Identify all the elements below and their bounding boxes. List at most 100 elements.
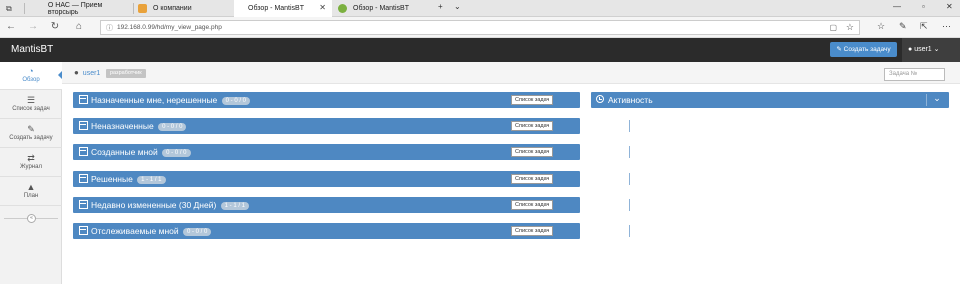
issue-id-search-input[interactable]: Задача №	[884, 68, 945, 81]
divider	[629, 225, 630, 237]
chevron-down-icon[interactable]: ⌄	[634, 172, 646, 183]
chevron-down-icon[interactable]: ⌄	[454, 2, 461, 11]
brand-logo[interactable]: MantisBT	[11, 44, 53, 55]
view-issues-button[interactable]: Список задач	[511, 200, 554, 210]
view-issues-button[interactable]: Список задач	[511, 121, 554, 131]
tab-label: Обзор - MantisBT	[248, 5, 304, 12]
url-field[interactable]: ⓘ 192.168.0.99/hd/my_view_page.php ▢ ☆	[100, 20, 860, 35]
box-title[interactable]: Отслеживаемые мной 0 - 0 / 0	[91, 226, 212, 236]
edit-icon: ✎	[836, 46, 842, 53]
chevron-down-icon[interactable]: ⌄	[634, 198, 646, 209]
minimize-icon[interactable]: —	[893, 2, 901, 11]
box-resolved: Решенные 1 - 1 / 1 Список задач ⌄	[73, 171, 644, 187]
browser-tab-bar: ⧉ О НАС — Прием вторсырь О компании Обзо…	[0, 0, 960, 17]
box-title-text: Созданные мной	[91, 147, 158, 157]
list-alt-icon	[79, 147, 88, 156]
count-badge: 1 - 1 / 1	[137, 176, 166, 184]
road-icon: ▲	[26, 182, 36, 192]
chevron-down-icon[interactable]: ⌄	[931, 93, 943, 104]
box-title[interactable]: Недавно измененные (30 Дней) 1 - 1 / 1	[91, 200, 250, 210]
back-icon[interactable]: ←	[4, 21, 18, 32]
box-monitored-by-me: Отслеживаемые мной 0 - 0 / 0 Список зада…	[73, 223, 644, 239]
notes-icon[interactable]: ✎	[899, 21, 907, 32]
box-unassigned: Неназначенные 0 - 0 / 0 Список задач ⌄	[73, 118, 644, 134]
forward-icon[interactable]: →	[26, 21, 40, 32]
count-badge: 0 - 0 / 0	[158, 123, 187, 131]
close-window-icon[interactable]: ✕	[946, 2, 953, 11]
divider	[629, 173, 630, 185]
more-icon[interactable]: ⋯	[942, 21, 951, 32]
retweet-icon: ⇄	[27, 153, 35, 163]
sidebar-item-overview[interactable]: ◔ Обзор	[0, 62, 63, 90]
new-tab-icon[interactable]: +	[438, 2, 443, 11]
maximize-icon[interactable]: ▫	[922, 2, 925, 11]
chevron-down-icon[interactable]: ⌄	[634, 119, 646, 130]
view-issues-button[interactable]: Список задач	[511, 174, 554, 184]
refresh-icon[interactable]: ↻	[48, 21, 62, 32]
tab-1[interactable]: О НАС — Прием вторсырь	[26, 0, 134, 17]
sidebar-item-label: Обзор	[22, 77, 40, 83]
sidebar-item-label: Журнал	[20, 164, 42, 170]
page-favicon-icon	[30, 4, 42, 13]
list-alt-icon	[79, 226, 88, 235]
user-icon: ●	[74, 68, 79, 77]
box-reported-by-me: Созданные мной 0 - 0 / 0 Список задач ⌄	[73, 144, 644, 160]
create-issue-button[interactable]: ✎ Создать задачу	[830, 42, 897, 57]
sidebar-collapse-toggle[interactable]: «	[4, 214, 58, 223]
home-icon[interactable]: ⌂	[72, 21, 86, 32]
box-assigned-to-me: Назначенные мне, нерешенные 0 - 0 / 0 Сп…	[73, 92, 644, 108]
breadcrumb-user[interactable]: ● user1	[74, 68, 100, 77]
box-activity: Активность ⌄	[591, 92, 949, 108]
chevron-down-icon[interactable]: ⌄	[634, 145, 646, 156]
box-title-text: Назначенные мне, нерешенные	[91, 95, 218, 105]
favorites-hub-icon[interactable]: ☆	[877, 21, 885, 32]
clock-icon	[596, 95, 604, 103]
box-title[interactable]: Созданные мной 0 - 0 / 0	[91, 147, 191, 157]
count-badge: 1 - 1 / 1	[220, 202, 250, 210]
double-chevron-left-icon: «	[27, 214, 36, 223]
sidebar-item-changelog[interactable]: ⇄ Журнал	[0, 149, 62, 177]
tab-list-icon: ⧉	[6, 3, 12, 13]
divider	[629, 120, 630, 132]
box-title[interactable]: Назначенные мне, нерешенные 0 - 0 / 0	[91, 95, 250, 105]
box-recently-modified: Недавно измененные (30 Дней) 1 - 1 / 1 С…	[73, 197, 644, 213]
count-badge: 0 - 0 / 0	[221, 97, 250, 105]
view-issues-button[interactable]: Список задач	[511, 147, 554, 157]
box-title[interactable]: Решенные 1 - 1 / 1	[91, 174, 166, 184]
box-title[interactable]: Активность	[608, 95, 653, 105]
user-menu[interactable]: ● user1 ⌄	[902, 38, 960, 62]
favorite-star-icon[interactable]: ☆	[846, 21, 854, 34]
view-issues-button[interactable]: Список задач	[511, 226, 554, 236]
box-title-text: Недавно измененные (30 Дней)	[91, 200, 217, 210]
box-title-text: Решенные	[91, 174, 133, 184]
close-tab-icon[interactable]: ✕	[319, 3, 326, 12]
caret-down-icon: ⌄	[933, 46, 940, 53]
view-issues-button[interactable]: Список задач	[511, 95, 554, 105]
tab-list-button[interactable]: ⧉	[2, 0, 20, 17]
tab-4[interactable]: Обзор - MantisBT	[334, 0, 430, 17]
share-icon[interactable]: ⇱	[920, 21, 928, 32]
list-alt-icon	[79, 174, 88, 183]
company-favicon-icon	[138, 4, 147, 13]
sidebar-item-roadmap[interactable]: ▲ План	[0, 178, 62, 206]
tab-active[interactable]: Обзор - MantisBT ✕	[234, 0, 332, 17]
tab-label: О НАС — Прием вторсырь	[47, 1, 103, 16]
chevron-down-icon[interactable]: ⌄	[634, 224, 646, 235]
tab-2[interactable]: О компании	[134, 0, 234, 17]
sidebar-item-report-issue[interactable]: ✎ Создать задачу	[0, 120, 62, 148]
reading-view-icon[interactable]: ▢	[829, 21, 837, 34]
create-issue-label: Создать задачу	[843, 46, 891, 53]
edit-icon: ✎	[27, 124, 35, 134]
list-alt-icon	[79, 95, 88, 104]
box-title[interactable]: Неназначенные 0 - 0 / 0	[91, 121, 187, 131]
box-title-text: Неназначенные	[91, 121, 154, 131]
sidebar: ◔ Обзор ☰ Список задач ✎ Создать задачу …	[0, 62, 63, 284]
tab-label: Обзор - MantisBT	[353, 5, 409, 12]
user-menu-label: user1	[914, 46, 932, 53]
sidebar-item-issue-list[interactable]: ☰ Список задач	[0, 91, 62, 119]
address-bar-row: ← → ↻ ⌂ ⓘ 192.168.0.99/hd/my_view_page.p…	[0, 17, 960, 38]
divider	[629, 146, 630, 158]
breadcrumb-user-link[interactable]: user1	[83, 70, 101, 77]
list-alt-icon	[79, 121, 88, 130]
count-badge: 0 - 0 / 0	[183, 228, 212, 236]
